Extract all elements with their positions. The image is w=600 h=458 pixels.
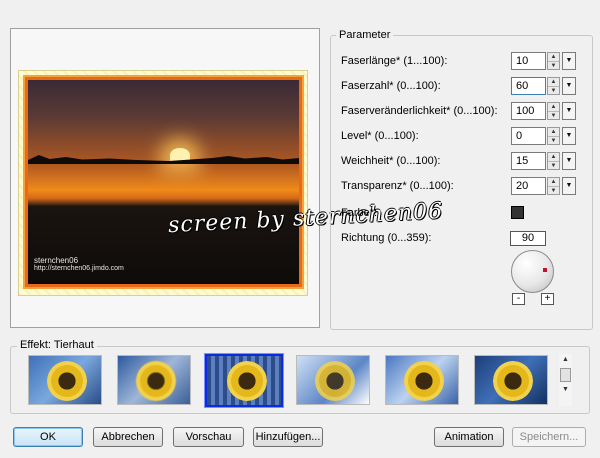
weichheit-spinner[interactable]: ▲ ▼ (547, 152, 560, 170)
spin-up-icon[interactable]: ▲ (548, 53, 559, 61)
chevron-down-icon: ▼ (565, 132, 573, 139)
save-button[interactable]: Speichern... (512, 427, 586, 447)
preview-image: sternchen06 http://sternchen06.jimdo.com (25, 77, 302, 287)
direction-value[interactable]: 90 (510, 231, 546, 246)
chevron-down-icon: ▼ (565, 82, 573, 89)
chevron-down-icon: ▼ (565, 107, 573, 114)
preview-button[interactable]: Vorschau (173, 427, 244, 447)
chevron-down-icon: ▼ (565, 57, 573, 64)
sunflower-icon (315, 361, 355, 401)
weichheit-input[interactable]: 15 (511, 152, 546, 170)
spin-down-icon[interactable]: ▼ (548, 186, 559, 194)
effects-scrollbar[interactable]: ▲ ▼ (559, 354, 572, 406)
faserzahl-dropdown-button[interactable]: ▼ (562, 77, 576, 95)
dial-indicator-icon (543, 268, 547, 272)
effect-thumbnail-2[interactable] (117, 355, 191, 405)
effect-thumbnail-4[interactable] (296, 355, 370, 405)
direction-dial[interactable] (511, 250, 554, 293)
faserveraenderlichkeit-spinner[interactable]: ▲ ▼ (547, 102, 560, 120)
transparenz-dropdown-button[interactable]: ▼ (562, 177, 576, 195)
direction-plus-button[interactable]: + (541, 293, 554, 305)
direction-minus-button[interactable]: - (512, 293, 525, 305)
ok-button[interactable]: OK (13, 427, 83, 447)
level-dropdown-button[interactable]: ▼ (562, 127, 576, 145)
sunflower-icon (404, 361, 444, 401)
cancel-button[interactable]: Abbrechen (93, 427, 163, 447)
scrollbar-thumb[interactable] (560, 368, 571, 382)
spin-down-icon[interactable]: ▼ (548, 61, 559, 69)
level-input[interactable]: 0 (511, 127, 546, 145)
level-spinner[interactable]: ▲ ▼ (547, 127, 560, 145)
effect-group-title: Effekt: Tierhaut (17, 339, 97, 351)
sunflower-icon (47, 361, 87, 401)
treeline-silhouette (28, 155, 299, 164)
parameter-group-title: Parameter (336, 29, 394, 41)
faserzahl-input[interactable]: 60 (511, 77, 546, 95)
photo-caption: sternchen06 http://sternchen06.jimdo.com (34, 257, 124, 273)
faserlaenge-dropdown-button[interactable]: ▼ (562, 52, 576, 70)
param-label-faserveraenderlichkeit: Faserveränderlichkeit* (0...100): (341, 105, 498, 117)
photo-caption-url: http://sternchen06.jimdo.com (34, 265, 124, 272)
direction-label: Richtung (0...359): (341, 232, 432, 244)
sunflower-icon (493, 361, 533, 401)
weichheit-dropdown-button[interactable]: ▼ (562, 152, 576, 170)
effect-thumbnail-1[interactable] (28, 355, 102, 405)
faserlaenge-input[interactable]: 10 (511, 52, 546, 70)
transparenz-spinner[interactable]: ▲ ▼ (547, 177, 560, 195)
spin-up-icon[interactable]: ▲ (548, 178, 559, 186)
photo-caption-name: sternchen06 (34, 256, 79, 265)
faserveraenderlichkeit-input[interactable]: 100 (511, 102, 546, 120)
sunflower-icon (136, 361, 176, 401)
chevron-down-icon: ▼ (565, 182, 573, 189)
param-label-faserlaenge: Faserlänge* (1...100): (341, 55, 448, 67)
param-label-level: Level* (0...100): (341, 130, 419, 142)
spin-down-icon[interactable]: ▼ (548, 111, 559, 119)
spin-down-icon[interactable]: ▼ (548, 136, 559, 144)
color-swatch[interactable] (511, 206, 524, 219)
spin-up-icon[interactable]: ▲ (548, 103, 559, 111)
color-label: Farbe*: (341, 207, 378, 219)
faserveraenderlichkeit-dropdown-button[interactable]: ▼ (562, 102, 576, 120)
effect-thumbnail-6[interactable] (474, 355, 548, 405)
animation-button[interactable]: Animation (434, 427, 504, 447)
scroll-up-icon[interactable]: ▲ (559, 354, 572, 366)
effect-thumbnail-5[interactable] (385, 355, 459, 405)
spin-up-icon[interactable]: ▲ (548, 128, 559, 136)
scroll-down-icon[interactable]: ▼ (559, 384, 572, 396)
param-label-transparenz: Transparenz* (0...100): (341, 180, 454, 192)
spin-up-icon[interactable]: ▲ (548, 153, 559, 161)
effect-thumbnail-3[interactable] (204, 353, 284, 408)
chevron-down-icon: ▼ (565, 157, 573, 164)
sunflower-icon (227, 361, 267, 401)
spin-down-icon[interactable]: ▼ (548, 161, 559, 169)
faserlaenge-spinner[interactable]: ▲ ▼ (547, 52, 560, 70)
faserzahl-spinner[interactable]: ▲ ▼ (547, 77, 560, 95)
spin-down-icon[interactable]: ▼ (548, 86, 559, 94)
transparenz-input[interactable]: 20 (511, 177, 546, 195)
param-label-weichheit: Weichheit* (0...100): (341, 155, 441, 167)
spin-up-icon[interactable]: ▲ (548, 78, 559, 86)
param-label-faserzahl: Faserzahl* (0...100): (341, 80, 441, 92)
add-button[interactable]: Hinzufügen... (253, 427, 323, 447)
